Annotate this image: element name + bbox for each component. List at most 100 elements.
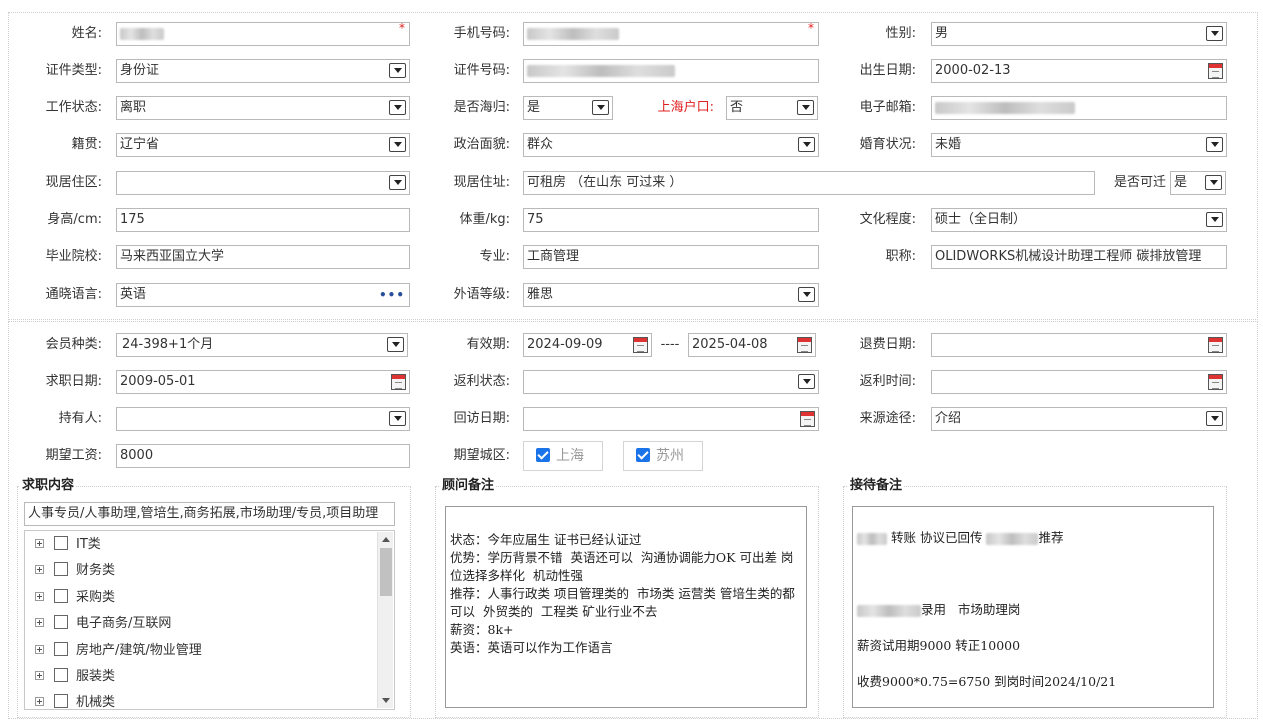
expand-icon[interactable] [35, 592, 44, 601]
city-option-shanghai[interactable]: 上海 [523, 441, 603, 471]
chevron-down-icon[interactable] [389, 411, 406, 426]
checkbox-icon[interactable] [54, 642, 68, 656]
idtype-select[interactable]: 身份证 [116, 59, 410, 83]
expand-icon[interactable] [35, 565, 44, 574]
chevron-down-icon[interactable] [389, 63, 406, 78]
tree-item-it[interactable]: IT类 [35, 534, 101, 556]
chevron-down-icon[interactable] [1205, 175, 1222, 190]
hukou-select[interactable]: 否 [726, 96, 818, 120]
checkbox-icon[interactable] [54, 615, 68, 629]
chevron-down-icon[interactable] [798, 287, 815, 302]
birth-value: 2000-02-13 [935, 63, 1011, 78]
chevron-down-icon[interactable] [797, 100, 814, 115]
scroll-up-icon[interactable] [382, 537, 390, 542]
chevron-down-icon[interactable] [1206, 212, 1223, 227]
idno-field[interactable] [523, 59, 819, 83]
expand-icon[interactable] [35, 645, 44, 654]
valid-from-field[interactable]: 2024-09-09 [523, 333, 652, 357]
tree-item-finance[interactable]: 财务类 [35, 560, 115, 582]
education-select[interactable]: 硕士（全日制） [931, 208, 1227, 232]
holder-select[interactable] [116, 407, 410, 431]
chevron-down-icon[interactable] [798, 137, 815, 152]
gender-select[interactable]: 男 [931, 22, 1227, 46]
chevron-down-icon[interactable] [1206, 26, 1223, 41]
member-select[interactable]: 24-398+1个月 [116, 333, 408, 357]
checkbox-checked-icon[interactable] [536, 448, 550, 462]
expand-icon[interactable] [35, 618, 44, 627]
political-select[interactable]: 群众 [523, 133, 819, 157]
checkbox-icon[interactable] [54, 536, 68, 550]
tree-item-machinery[interactable]: 机械类 [35, 692, 115, 709]
more-options-icon[interactable]: ••• [379, 287, 405, 303]
source-select[interactable]: 介绍 [931, 407, 1227, 431]
expand-icon[interactable] [35, 697, 44, 706]
calendar-icon[interactable] [1208, 63, 1223, 79]
rebate-time-field[interactable] [931, 370, 1227, 394]
birth-date-field[interactable]: 2000-02-13 [931, 59, 1227, 83]
checkbox-icon[interactable] [54, 589, 68, 603]
phone-field[interactable]: * [523, 22, 819, 46]
jobdate-field[interactable]: 2009-05-01 [116, 370, 410, 394]
name-field[interactable]: * [116, 22, 410, 46]
major-label: 专业: [479, 249, 510, 264]
chevron-down-icon[interactable] [592, 100, 609, 115]
tree-item-clothing[interactable]: 服装类 [35, 666, 115, 688]
reception-notes-textarea[interactable]: 转账 协议已回传 推荐 录用 市场助理岗 薪资试用期9000 转正10000 收… [852, 506, 1214, 708]
tree-item-purchase[interactable]: 采购类 [35, 587, 115, 609]
valid-to-field[interactable]: 2025-04-08 [688, 333, 816, 357]
workstatus-select[interactable]: 离职 [116, 96, 410, 120]
chevron-down-icon[interactable] [387, 337, 404, 352]
calendar-icon[interactable] [633, 337, 648, 353]
calendar-icon[interactable] [797, 337, 812, 353]
calendar-icon[interactable] [391, 374, 406, 390]
member-label: 会员种类: [45, 337, 102, 352]
district-select[interactable] [116, 171, 410, 195]
refund-date-field[interactable] [931, 333, 1227, 357]
title-field[interactable]: OLIDWORKS机械设计助理工程师 碳排放管理 [931, 245, 1227, 269]
scrollbar-thumb[interactable] [380, 548, 392, 596]
chevron-down-icon[interactable] [389, 175, 406, 190]
chevron-down-icon[interactable] [1206, 137, 1223, 152]
email-field[interactable] [931, 96, 1227, 120]
chevron-down-icon[interactable] [1206, 411, 1223, 426]
school-field[interactable]: 马来西亚国立大学 [116, 245, 410, 269]
address-field[interactable]: 可租房 （在山东 可过来 ） [523, 171, 1095, 195]
chevron-down-icon[interactable] [389, 100, 406, 115]
calendar-icon[interactable] [1208, 337, 1223, 353]
visit-date-field[interactable] [523, 407, 819, 431]
language-field[interactable]: 英语 ••• [116, 283, 410, 307]
native-value: 辽宁省 [120, 137, 160, 152]
native-select[interactable]: 辽宁省 [116, 133, 410, 157]
scroll-down-icon[interactable] [382, 698, 390, 703]
checkbox-icon[interactable] [54, 562, 68, 576]
weight-field[interactable]: 75 [523, 208, 819, 232]
rebate-status-select[interactable] [523, 370, 819, 394]
city-option-suzhou[interactable]: 苏州 [623, 441, 703, 471]
calendar-icon[interactable] [800, 411, 815, 427]
education-value: 硕士（全日制） [935, 212, 1027, 227]
major-field[interactable]: 工商管理 [523, 245, 819, 269]
holder-label: 持有人: [58, 411, 102, 426]
job-content-selected-field[interactable]: 人事专员/人事助理,管培生,商务拓展,市场助理/专员,项目助理 [24, 502, 395, 526]
chevron-down-icon[interactable] [389, 137, 406, 152]
tree-scrollbar[interactable] [377, 532, 393, 708]
height-field[interactable]: 175 [116, 208, 410, 232]
checkbox-checked-icon[interactable] [636, 448, 650, 462]
expand-icon[interactable] [35, 539, 44, 548]
overseas-select[interactable]: 是 [523, 96, 613, 120]
rebate-time-label: 返利时间: [859, 374, 916, 389]
checkbox-icon[interactable] [54, 668, 68, 682]
chevron-down-icon[interactable] [798, 374, 815, 389]
calendar-icon[interactable] [1208, 374, 1223, 390]
advisor-notes-textarea[interactable]: 状态：今年应届生 证书已经认证过 优势：学历背景不错 英语还可以 沟通协调能力O… [445, 506, 807, 708]
marital-select[interactable]: 未婚 [931, 133, 1227, 157]
marital-label: 婚育状况: [859, 137, 916, 152]
tree-item-realestate[interactable]: 房地产/建筑/物业管理 [35, 640, 202, 662]
relocate-select[interactable]: 是 [1170, 171, 1226, 195]
expand-icon[interactable] [35, 671, 44, 680]
salary-field[interactable]: 8000 [116, 444, 410, 468]
tree-item-ecommerce[interactable]: 电子商务/互联网 [35, 613, 171, 635]
checkbox-icon[interactable] [54, 694, 68, 708]
langlevel-select[interactable]: 雅思 [523, 283, 819, 307]
